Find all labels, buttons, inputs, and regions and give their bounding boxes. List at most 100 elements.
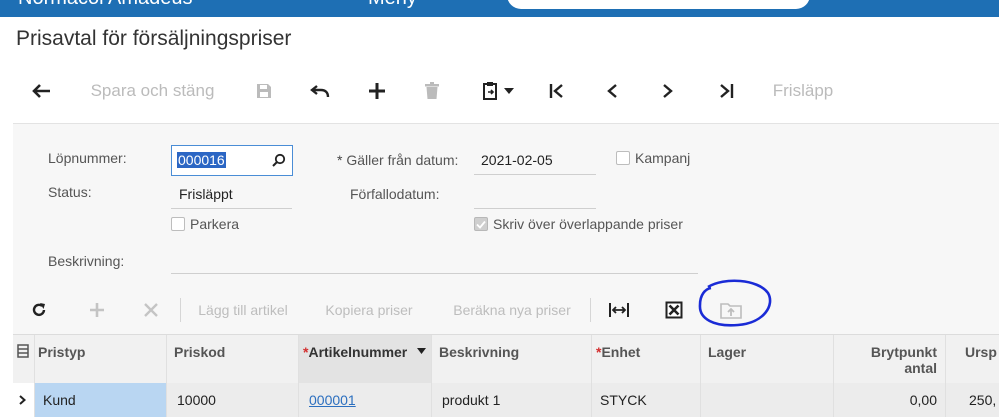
copy-prices-button[interactable]: Kopiera priser (322, 294, 416, 326)
row-indicator[interactable] (13, 383, 35, 417)
brytpunkt-header-line1: Brytpunkt (870, 344, 937, 360)
col-header-beskrivning[interactable]: Beskrivning (432, 335, 592, 383)
fit-columns-button[interactable] (607, 294, 631, 326)
parkera-label: Parkera (190, 216, 240, 232)
plus-icon (90, 303, 104, 317)
back-arrow-icon (32, 84, 50, 98)
delete-button[interactable] (420, 72, 444, 110)
add-item-button[interactable]: Lägg till artikel (195, 294, 291, 326)
kampanj-checkbox[interactable]: Kampanj (616, 150, 690, 166)
brand-name[interactable]: Normacol Amadeus (18, 0, 193, 10)
cell-pristyp[interactable]: Kund (35, 383, 167, 417)
chevron-right-icon (19, 395, 26, 405)
prev-record-icon (607, 84, 617, 98)
upload-file-button[interactable] (718, 294, 744, 326)
cell-lager[interactable] (701, 383, 834, 417)
sort-descending-icon (417, 348, 426, 354)
enhet-header-text: Enhet (601, 344, 641, 360)
last-record-button[interactable] (714, 72, 738, 110)
save-icon (257, 84, 271, 98)
grid-settings-icon (17, 344, 29, 358)
clipboard-icon (483, 82, 497, 100)
forfallodatum-field[interactable] (474, 179, 596, 209)
col-header-artikelnummer[interactable]: *Artikelnummer (299, 335, 432, 383)
export-excel-button[interactable] (662, 294, 686, 326)
fit-width-icon (609, 303, 629, 317)
refresh-icon (32, 303, 46, 317)
status-field: Frisläppt (171, 179, 292, 209)
galler-fran-label: * Gäller från datum: (337, 152, 458, 168)
forfallodatum-label: Förfallodatum: (350, 186, 440, 202)
col-header-lager[interactable]: Lager (701, 335, 834, 383)
cell-priskod[interactable]: 10000 (167, 383, 299, 417)
clipboard-menu-button[interactable] (476, 72, 520, 110)
cell-brytpunkt[interactable]: 0,00 (834, 383, 946, 417)
refresh-button[interactable] (28, 294, 50, 326)
search-icon (272, 153, 286, 167)
galler-fran-datum-field[interactable]: 2021-02-05 (474, 145, 596, 175)
cell-enhet[interactable]: STYCK (592, 383, 701, 417)
parkera-checkbox-box[interactable] (171, 217, 185, 231)
cell-artikelnummer-link[interactable]: 000001 (299, 383, 432, 417)
col-header-brytpunkt[interactable]: Brytpunkt antal (834, 335, 946, 383)
kampanj-label: Kampanj (635, 150, 691, 166)
skriv-over-checkbox-box[interactable] (474, 217, 488, 231)
save-button[interactable] (251, 72, 277, 110)
back-button[interactable] (28, 72, 56, 110)
status-label: Status: (48, 184, 92, 200)
last-record-icon (720, 84, 734, 98)
top-navigation-bar: Normacol Amadeus Meny (0, 0, 999, 17)
first-record-button[interactable] (545, 72, 569, 110)
kampanj-checkbox-box[interactable] (616, 151, 630, 165)
brytpunkt-header-line2: antal (904, 360, 937, 376)
undo-icon (310, 85, 330, 98)
beskrivning-field[interactable] (171, 246, 698, 274)
next-record-icon (663, 84, 673, 98)
excel-export-icon (665, 301, 683, 319)
galler-fran-label-text: Gäller från datum: (346, 152, 459, 168)
skriv-over-label: Skriv över överlappande priser (493, 216, 683, 232)
document-header-form: Löpnummer: 000016 Status: Frisläppt Park… (13, 123, 999, 287)
artikelnummer-header-text: Artikelnummer (308, 344, 408, 360)
parkera-checkbox[interactable]: Parkera (171, 216, 239, 232)
grid-toolbar: Lägg till artikel Kopiera priser Beräkna… (13, 286, 999, 334)
row-selector-header[interactable] (13, 335, 35, 383)
release-button[interactable]: Frisläpp (768, 72, 838, 110)
first-record-icon (549, 84, 563, 98)
skriv-over-checkbox[interactable]: Skriv över överlappande priser (474, 216, 683, 232)
col-header-pristyp[interactable]: Pristyp (35, 335, 167, 383)
galler-fran-value: 2021-02-05 (481, 152, 553, 168)
status-value: Frisläppt (179, 186, 233, 202)
grid-delete-row-button[interactable] (140, 294, 162, 326)
beskrivning-label: Beskrivning: (48, 253, 125, 269)
required-mark: * (337, 152, 343, 168)
calc-prices-button[interactable]: Beräkna nya priser (447, 294, 577, 326)
cell-beskrivning[interactable]: produkt 1 (432, 383, 592, 417)
close-icon (144, 303, 158, 317)
calc-prices-label: Beräkna nya priser (453, 302, 571, 318)
grid-header: Pristyp Priskod *Artikelnummer Beskrivni… (13, 334, 999, 384)
lopnummer-field[interactable]: 000016 (171, 145, 293, 176)
main-toolbar: Spara och stäng Frisläpp (0, 72, 999, 110)
page-title: Prisavtal för försäljningspriser (16, 27, 292, 50)
toolbar-separator (180, 298, 181, 322)
plus-icon (369, 83, 385, 99)
upload-folder-icon (720, 303, 742, 319)
save-close-button[interactable]: Spara och stäng (85, 72, 220, 110)
undo-button[interactable] (306, 72, 334, 110)
grid-add-row-button[interactable] (86, 294, 108, 326)
cell-ursprungligt-pris[interactable]: 250, (946, 383, 999, 417)
col-header-priskod[interactable]: Priskod (167, 335, 299, 383)
prev-record-button[interactable] (600, 72, 624, 110)
toolbar-separator (590, 298, 591, 322)
table-row[interactable]: Kund 10000 000001 produkt 1 STYCK 0,00 2… (13, 383, 999, 417)
add-button[interactable] (364, 72, 390, 110)
trash-icon (425, 82, 439, 99)
next-record-button[interactable] (656, 72, 680, 110)
checkmark-icon (476, 220, 486, 229)
col-header-ursprungligt[interactable]: Ursp (946, 335, 999, 383)
col-header-enhet[interactable]: *Enhet (592, 335, 701, 383)
global-search-input[interactable] (507, 0, 810, 9)
lopnummer-label: Löpnummer: (48, 150, 127, 166)
menu-link[interactable]: Meny (368, 0, 417, 10)
